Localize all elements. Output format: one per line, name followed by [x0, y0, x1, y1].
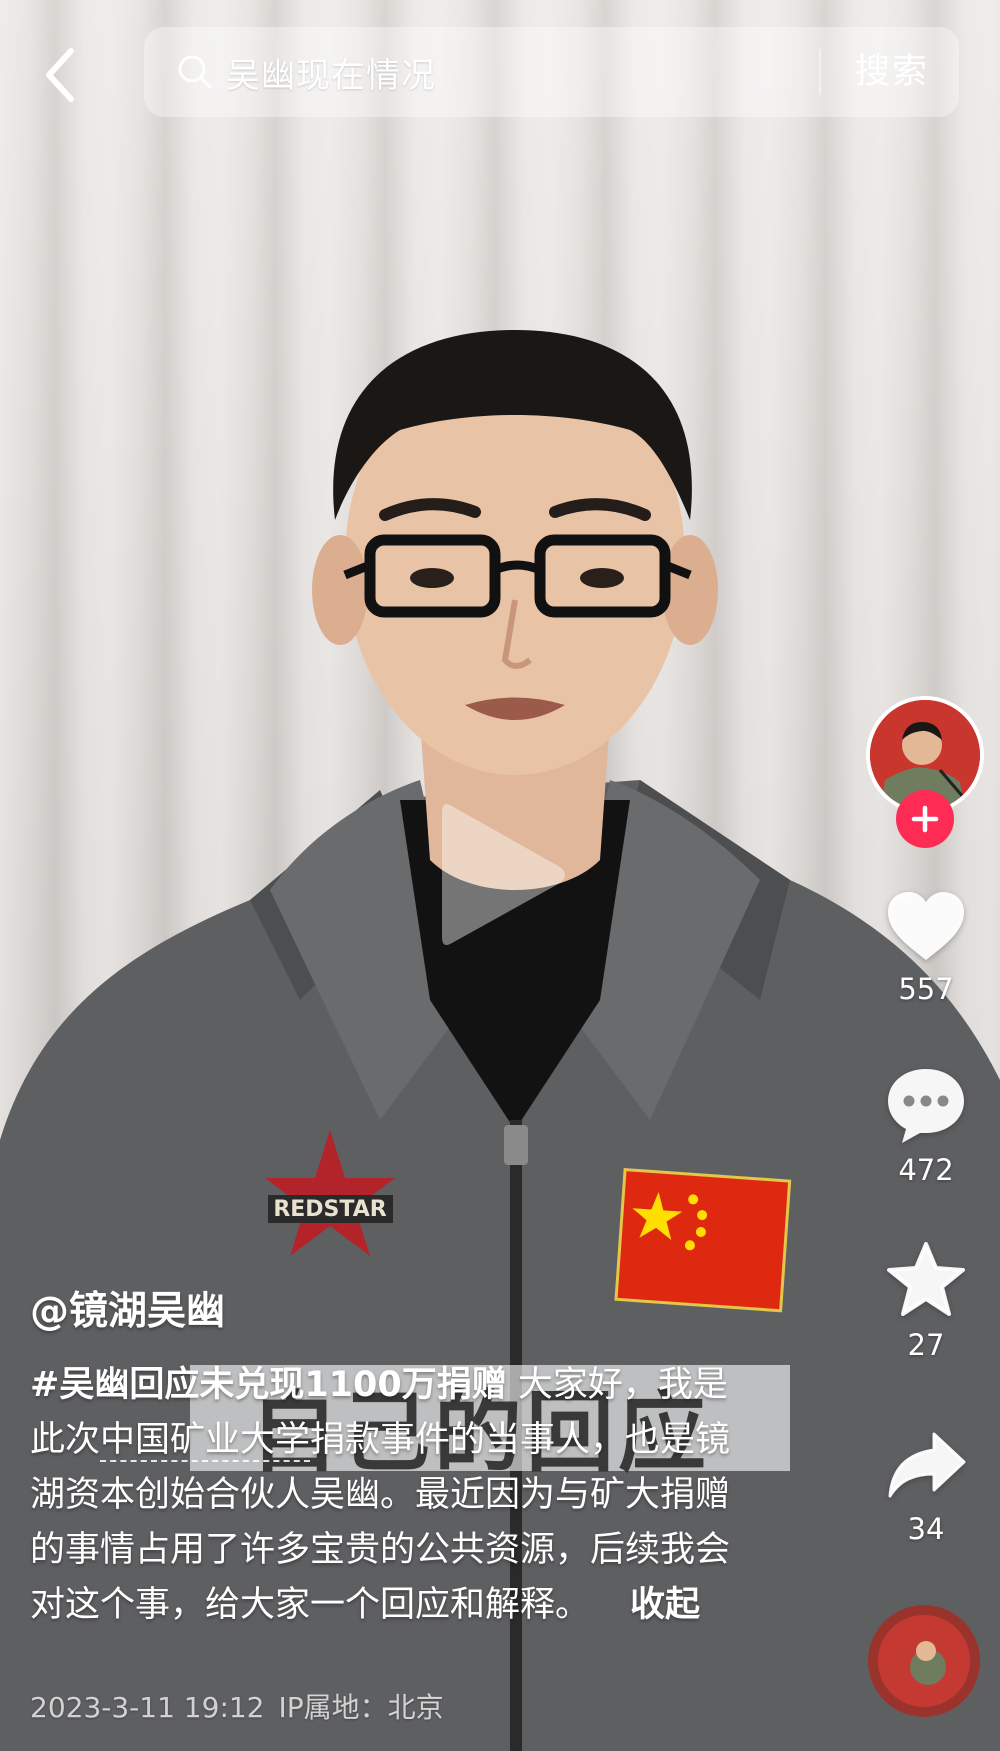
favorite-action[interactable]: 27 — [876, 1240, 976, 1362]
svg-text:REDSTAR: REDSTAR — [273, 1197, 386, 1222]
play-icon[interactable] — [432, 795, 572, 955]
search-divider — [819, 49, 821, 95]
post-description: #吴幽回应未兑现1100万捐赠 大家好，我是此次中国矿业大学捐款事件的当事人，也… — [30, 1358, 740, 1633]
search-bar[interactable]: 吴幽现在情况 搜索 — [144, 27, 959, 117]
back-arrow-icon — [46, 48, 74, 102]
music-disc[interactable] — [868, 1605, 980, 1717]
favorite-count: 27 — [907, 1328, 945, 1362]
like-action[interactable]: 557 — [876, 888, 976, 1006]
follow-button[interactable] — [896, 790, 954, 848]
collapse-button[interactable]: 收起 — [630, 1585, 700, 1625]
post-date: 2023-3-11 19:12 — [30, 1691, 265, 1724]
music-disc-icon — [878, 1615, 970, 1707]
comment-action[interactable]: 472 — [876, 1065, 976, 1187]
star-icon — [887, 1242, 965, 1316]
search-input[interactable]: 吴幽现在情况 — [226, 48, 436, 97]
share-count: 34 — [907, 1512, 945, 1546]
plus-icon — [911, 805, 939, 833]
share-icon — [888, 1432, 966, 1498]
ip-location: IP属地：北京 — [278, 1691, 444, 1724]
post-meta: 2023-3-11 19:12 IP属地：北京 — [30, 1686, 444, 1726]
search-icon — [178, 55, 212, 89]
comment-count: 472 — [898, 1153, 954, 1187]
share-action[interactable]: 34 — [876, 1428, 976, 1546]
heart-icon — [888, 892, 964, 960]
hashtag-link[interactable]: #吴幽回应未兑现1100万捐赠 — [30, 1365, 507, 1405]
search-button[interactable]: 搜索 — [855, 27, 929, 117]
comment-icon — [888, 1069, 964, 1143]
back-button[interactable] — [34, 40, 86, 110]
school-link[interactable]: 中国矿业大学 — [100, 1420, 311, 1462]
author-name[interactable]: @镜湖吴幽 — [30, 1280, 225, 1336]
like-count: 557 — [898, 972, 954, 1006]
